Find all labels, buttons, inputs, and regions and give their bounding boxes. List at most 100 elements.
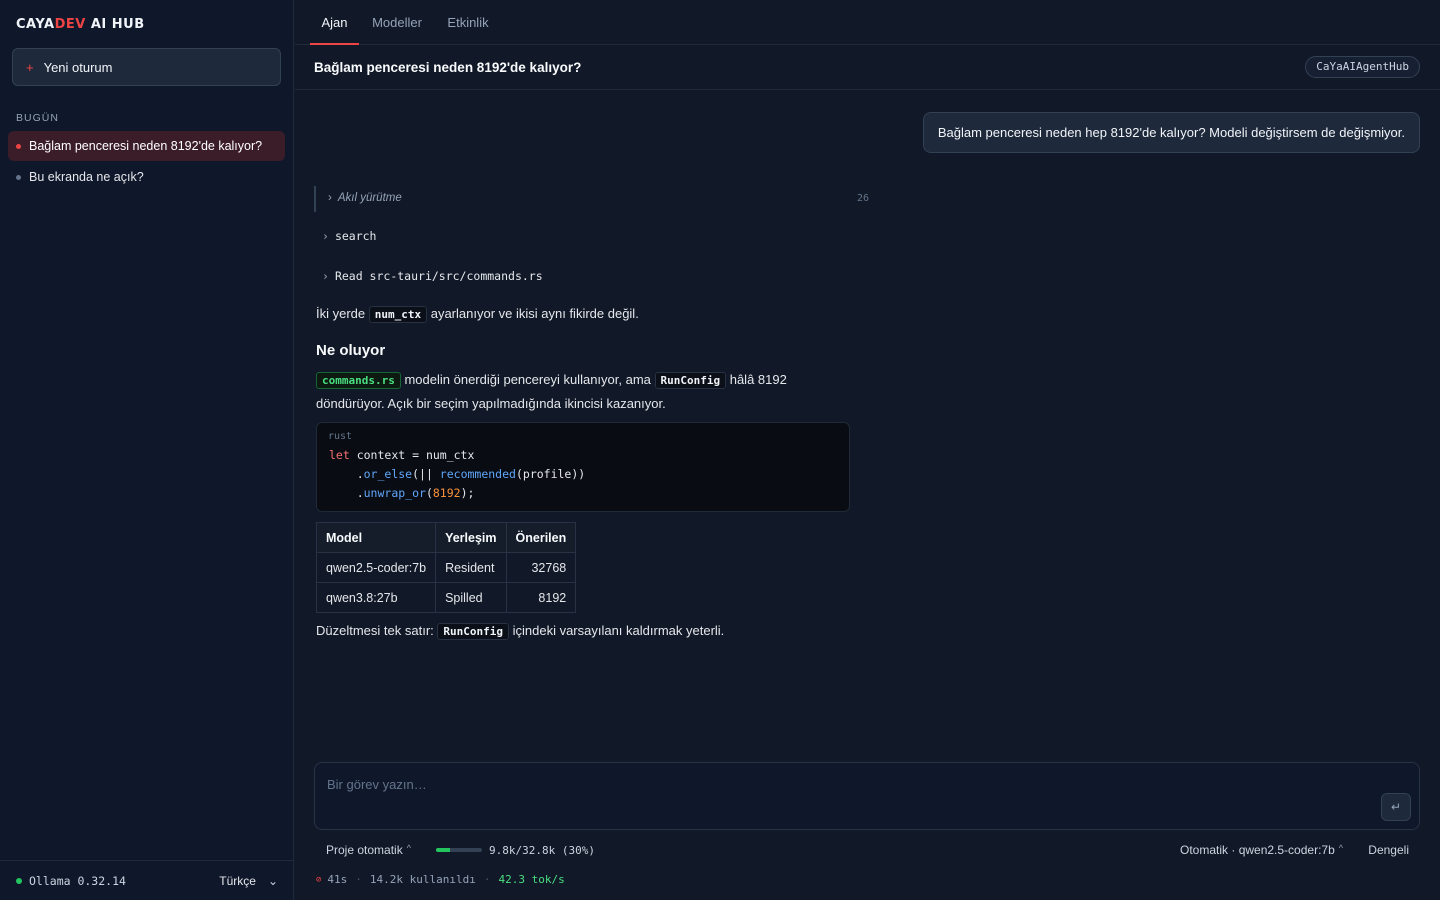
tokens-used: 14.2k kullanıldı bbox=[369, 873, 476, 886]
brand-part-1: CAYA bbox=[16, 17, 55, 32]
reasoning-toggle[interactable]: › Akıl yürütme 26 bbox=[314, 186, 869, 212]
brand-part-2: DEV bbox=[54, 17, 86, 32]
reasoning-label: › Akıl yürütme bbox=[328, 192, 402, 204]
status-bar: Proje otomatik ^ 9.8k/32.8k (30%) Otomati… bbox=[326, 843, 1409, 859]
table-cell: Resident bbox=[435, 552, 507, 583]
send-button[interactable]: ↵ bbox=[1381, 793, 1411, 821]
sidebar-item-active-session[interactable]: Bağlam penceresi neden 8192'de kalıyor? bbox=[8, 131, 285, 161]
plus-icon: + bbox=[26, 59, 34, 75]
status-dot-icon bbox=[16, 877, 22, 884]
code-text: context = num_ctx bbox=[349, 448, 475, 462]
model-select[interactable]: Otomatik · qwen2.5-coder:7b ^ bbox=[1180, 843, 1343, 857]
tab-bar: Ajan Modeller Etkinlik bbox=[295, 0, 1440, 45]
enter-icon: ↵ bbox=[1390, 800, 1402, 814]
language-select[interactable]: Türkçe ⌄ bbox=[219, 874, 278, 888]
table-header-row: Model Yerleşim Önerilen bbox=[315, 522, 577, 553]
project-label: Proje otomatik bbox=[326, 843, 403, 857]
tab-agent[interactable]: Ajan bbox=[310, 0, 359, 45]
table-cell: 8192 bbox=[505, 582, 577, 613]
table-header: Model bbox=[315, 522, 437, 553]
table-header: Önerilen bbox=[505, 522, 577, 553]
dot-icon bbox=[16, 174, 21, 180]
table-cell: qwen2.5-coder:7b bbox=[315, 552, 437, 583]
answer-heading: Ne oluyor bbox=[316, 342, 386, 359]
context-usage-bar bbox=[436, 848, 482, 852]
separator: · bbox=[483, 873, 491, 886]
context-usage-fill bbox=[436, 848, 450, 852]
new-session-button[interactable]: + Yeni oturum bbox=[12, 48, 281, 86]
task-input[interactable] bbox=[327, 777, 1367, 792]
text: hâlâ 8192 bbox=[726, 372, 787, 387]
tool-call-search[interactable]: › search bbox=[322, 229, 376, 243]
text: döndürüyor. Açık bir seçim yapılmadığınd… bbox=[316, 396, 666, 411]
code-text: ( bbox=[425, 486, 433, 500]
tool-label: Read src-tauri/src/commands.rs bbox=[334, 269, 543, 283]
context-usage-text: 9.8k/32.8k (30%) bbox=[489, 844, 595, 857]
agent-badge[interactable]: CaYaAIAgentHub bbox=[1305, 56, 1420, 78]
models-table: Model Yerleşim Önerilen qwen2.5-coder:7b… bbox=[315, 522, 577, 613]
stop-icon: ⊘ bbox=[316, 874, 322, 885]
inline-code: RunConfig bbox=[437, 623, 509, 640]
sidebar-item-session[interactable]: Bu ekranda ne açık? bbox=[8, 162, 285, 192]
code-keyword: let bbox=[329, 448, 350, 462]
page-title: Bağlam penceresi neden 8192'de kalıyor? bbox=[314, 60, 582, 75]
code-function: recommended bbox=[439, 467, 516, 481]
section-label-today: BUGÜN bbox=[16, 112, 59, 124]
code-function: unwrap_or bbox=[363, 486, 426, 500]
table-header: Yerleşim bbox=[435, 522, 507, 553]
code-line: .unwrap_or(8192); bbox=[329, 486, 475, 500]
code-line: let context = num_ctx bbox=[329, 448, 474, 462]
table-cell: 32768 bbox=[505, 552, 577, 583]
code-text: (profile)) bbox=[515, 467, 586, 481]
chevron-down-icon: ⌄ bbox=[267, 873, 278, 888]
tool-call-read[interactable]: › Read src-tauri/src/commands.rs bbox=[322, 269, 543, 283]
ollama-status: Ollama 0.32.14 bbox=[16, 874, 126, 888]
tab-models[interactable]: Modeller bbox=[369, 0, 425, 45]
tool-label: search bbox=[334, 229, 377, 243]
caret-up-icon: ^ bbox=[1338, 843, 1343, 853]
language-label: Türkçe bbox=[219, 873, 256, 888]
preset-select[interactable]: Dengeli bbox=[1368, 843, 1409, 857]
app-logo: CAYADEV AI HUB bbox=[16, 17, 145, 32]
table-row: qwen2.5-coder:7b Resident 32768 bbox=[315, 552, 577, 583]
code-number: 8192 bbox=[432, 486, 461, 500]
text: içindeki varsayılanı kaldırmak yeterli. bbox=[508, 623, 725, 638]
text: modelin önerdiği pencereyi kullanıyor, a… bbox=[400, 372, 655, 387]
reasoning-text: Akıl yürütme bbox=[337, 192, 402, 204]
text: ayarlanıyor ve ikisi aynı fikirde değil. bbox=[427, 306, 639, 321]
text: Düzeltmesi tek satır: bbox=[316, 623, 438, 638]
main-panel: Ajan Modeller Etkinlik Bağlam penceresi … bbox=[295, 0, 1440, 900]
inline-code: num_ctx bbox=[368, 306, 428, 323]
caret-up-icon: ^ bbox=[406, 843, 411, 853]
inline-code: RunConfig bbox=[654, 372, 727, 389]
table-cell: qwen3.8:27b bbox=[315, 582, 437, 613]
answer-paragraph-1: İki yerde num_ctx ayarlanıyor ve ikisi a… bbox=[316, 302, 639, 326]
new-session-label: Yeni oturum bbox=[43, 59, 113, 75]
active-dot-icon bbox=[16, 143, 21, 149]
model-label: Otomatik · qwen2.5-coder:7b bbox=[1180, 843, 1335, 857]
reasoning-count: 26 bbox=[856, 193, 869, 204]
sidebar: CAYADEV AI HUB + Yeni oturum BUGÜN Bağla… bbox=[0, 0, 294, 900]
code-text: . bbox=[329, 467, 364, 481]
chevron-right-icon: › bbox=[322, 229, 329, 243]
table-cell: Spilled bbox=[435, 582, 507, 613]
sidebar-footer: Ollama 0.32.14 Türkçe ⌄ bbox=[0, 860, 294, 900]
run-metrics: ⊘ 41s · 14.2k kullanıldı · 42.3 tok/s bbox=[316, 873, 565, 886]
answer-paragraph-2: commands.rs modelin önerdiği pencereyi k… bbox=[316, 368, 856, 415]
tab-activity[interactable]: Etkinlik bbox=[443, 0, 493, 45]
table-row: qwen3.8:27b Spilled 8192 bbox=[315, 582, 577, 613]
sidebar-item-label: Bağlam penceresi neden 8192'de kalıyor? bbox=[29, 139, 263, 153]
separator: · bbox=[355, 873, 362, 886]
brand-part-3: AI HUB bbox=[85, 17, 145, 32]
project-mode-select[interactable]: Proje otomatik ^ bbox=[326, 843, 411, 857]
ollama-version: Ollama 0.32.14 bbox=[29, 873, 126, 888]
code-text: . bbox=[329, 486, 364, 500]
chevron-right-icon: › bbox=[322, 269, 329, 283]
sidebar-item-label: Bu ekranda ne açık? bbox=[29, 170, 144, 184]
conversation-header: Bağlam penceresi neden 8192'de kalıyor? … bbox=[295, 46, 1440, 90]
code-block: rust let context = num_ctx .or_else(|| r… bbox=[316, 422, 850, 512]
composer: ↵ bbox=[314, 762, 1420, 830]
code-line: .or_else(|| recommended(profile)) bbox=[329, 467, 586, 481]
code-text: (|| bbox=[412, 467, 440, 481]
user-message: Bağlam penceresi neden hep 8192'de kalıy… bbox=[922, 112, 1420, 153]
